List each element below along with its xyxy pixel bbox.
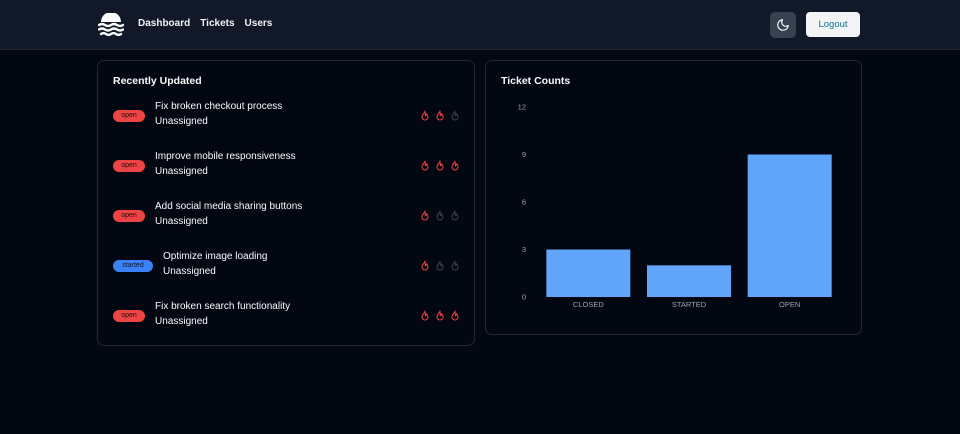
nav-dashboard[interactable]: Dashboard	[138, 18, 190, 29]
flame-icon-active	[421, 310, 429, 321]
priority-flames	[419, 209, 461, 223]
y-tick-label: 12	[518, 103, 526, 112]
flame-icon-inactive	[451, 260, 459, 271]
main-nav: Dashboard Tickets Users	[138, 18, 272, 29]
moon-icon	[777, 19, 789, 31]
ticket-counts-card: Ticket Counts 0 3 6 9 12 CLOSED STARTED OPEN	[485, 60, 862, 335]
status-badge: open	[113, 210, 145, 222]
nav-users[interactable]: Users	[245, 18, 273, 29]
flame-icon-inactive	[436, 210, 444, 221]
flame-icon-inactive	[436, 260, 444, 271]
y-tick-label: 3	[522, 245, 526, 254]
priority-flames	[419, 309, 461, 323]
y-tick-label: 6	[522, 198, 526, 207]
ticket-assignee: Unassigned	[155, 116, 208, 127]
flame-icon-active	[451, 310, 459, 321]
ticket-row[interactable]: open Fix broken checkout process Unassigne…	[113, 101, 461, 133]
flame-icon-active	[451, 160, 459, 171]
status-badge: open	[113, 310, 145, 322]
ticket-row[interactable]: open Improve mobile responsiveness Unassig…	[113, 151, 461, 183]
bar-open[interactable]	[747, 154, 832, 298]
ticket-row[interactable]: open Add social media sharing buttons Unas…	[113, 201, 461, 233]
ticket-title[interactable]: Fix broken checkout process	[155, 101, 282, 112]
ticket-title[interactable]: Add social media sharing buttons	[155, 201, 302, 212]
ticket-row[interactable]: started Optimize image loading Unassigned	[113, 251, 461, 283]
logout-button[interactable]: Logout	[806, 12, 860, 37]
status-badge: started	[113, 260, 153, 272]
status-badge: open	[113, 110, 145, 122]
bar-closed[interactable]	[546, 249, 631, 298]
waves-logo-icon[interactable]	[98, 13, 124, 37]
nav-tickets[interactable]: Tickets	[200, 18, 234, 29]
y-tick-label: 9	[522, 150, 526, 159]
flame-icon-active	[421, 110, 429, 121]
ticket-assignee: Unassigned	[155, 166, 208, 177]
ticket-assignee: Unassigned	[155, 216, 208, 227]
theme-toggle-button[interactable]	[770, 12, 796, 38]
recently-updated-card: Recently Updated open Fix broken checkout…	[97, 60, 475, 346]
bar-started[interactable]	[647, 265, 731, 297]
ticket-title[interactable]: Fix broken search functionality	[155, 301, 290, 312]
ticket-title[interactable]: Improve mobile responsiveness	[155, 151, 296, 162]
priority-flames	[419, 259, 461, 273]
flame-icon-active	[436, 160, 444, 171]
ticket-counts-chart: 0 3 6 9 12 CLOSED STARTED OPEN	[518, 103, 832, 309]
priority-flames	[419, 109, 461, 123]
x-tick-label: OPEN	[779, 300, 800, 309]
top-navbar: Dashboard Tickets Users Logout	[0, 0, 960, 50]
flame-icon-active	[421, 260, 429, 271]
recently-updated-title: Recently Updated	[113, 75, 202, 87]
ticket-row[interactable]: open Fix broken search functionality Unass…	[113, 301, 461, 333]
y-tick-label: 0	[522, 293, 526, 302]
ticket-assignee: Unassigned	[155, 316, 208, 327]
flame-icon-active	[421, 160, 429, 171]
flame-icon-inactive	[451, 210, 459, 221]
x-tick-label: CLOSED	[573, 300, 604, 309]
priority-flames	[419, 159, 461, 173]
flame-icon-active	[421, 210, 429, 221]
ticket-assignee: Unassigned	[163, 266, 216, 277]
x-tick-label: STARTED	[672, 300, 707, 309]
flame-icon-active	[436, 310, 444, 321]
flame-icon-active	[436, 110, 444, 121]
ticket-title[interactable]: Optimize image loading	[163, 251, 268, 262]
status-badge: open	[113, 160, 145, 172]
flame-icon-inactive	[451, 110, 459, 121]
